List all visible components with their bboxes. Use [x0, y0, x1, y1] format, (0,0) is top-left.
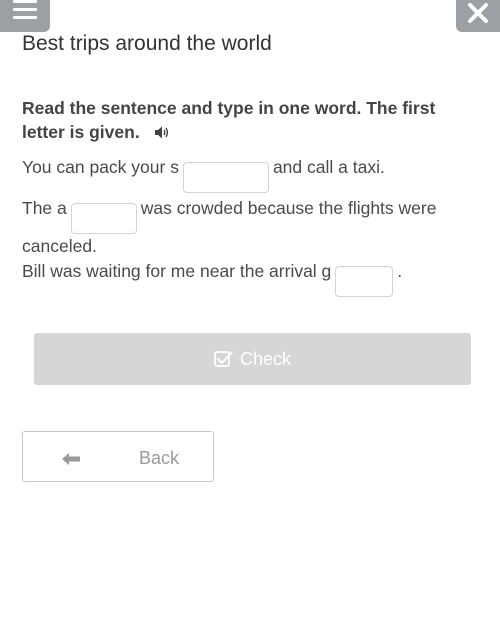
close-icon: [468, 3, 488, 23]
instruction-text: Read the sentence and type in one word. …: [22, 96, 472, 146]
sentence-3: Bill was waiting for me near the arrival…: [22, 259, 472, 297]
hamburger-menu-icon: [13, 0, 37, 19]
sentence-2-before: The a: [22, 198, 67, 218]
check-square-icon: [214, 351, 233, 367]
close-button[interactable]: [456, 0, 500, 32]
back-button[interactable]: Back: [22, 431, 214, 482]
sentence-1-after: and call a taxi.: [272, 157, 385, 177]
page-title: Best trips around the world: [22, 32, 272, 55]
sentence-2: The a was crowded because the flights wer…: [22, 196, 472, 258]
answer-input-1[interactable]: [182, 161, 269, 193]
back-button-label: Back: [139, 448, 180, 468]
answer-input-2[interactable]: [70, 202, 137, 234]
instruction-label: Read the sentence and type in one word. …: [22, 98, 436, 142]
sentence-1-before: You can pack your s: [22, 157, 179, 177]
answer-input-3[interactable]: [335, 265, 394, 297]
arrow-left-icon: [61, 450, 81, 471]
sentence-3-after: .: [397, 261, 403, 281]
speaker-icon[interactable]: [154, 122, 170, 146]
sentence-3-before: Bill was waiting for me near the arrival…: [22, 261, 332, 281]
check-button[interactable]: Check: [34, 333, 471, 385]
exercise-page: Best trips around the world Read the sen…: [0, 0, 500, 635]
menu-button[interactable]: [0, 0, 50, 32]
check-button-label: Check: [239, 348, 292, 369]
sentence-1: You can pack your s and call a taxi.: [22, 155, 472, 193]
